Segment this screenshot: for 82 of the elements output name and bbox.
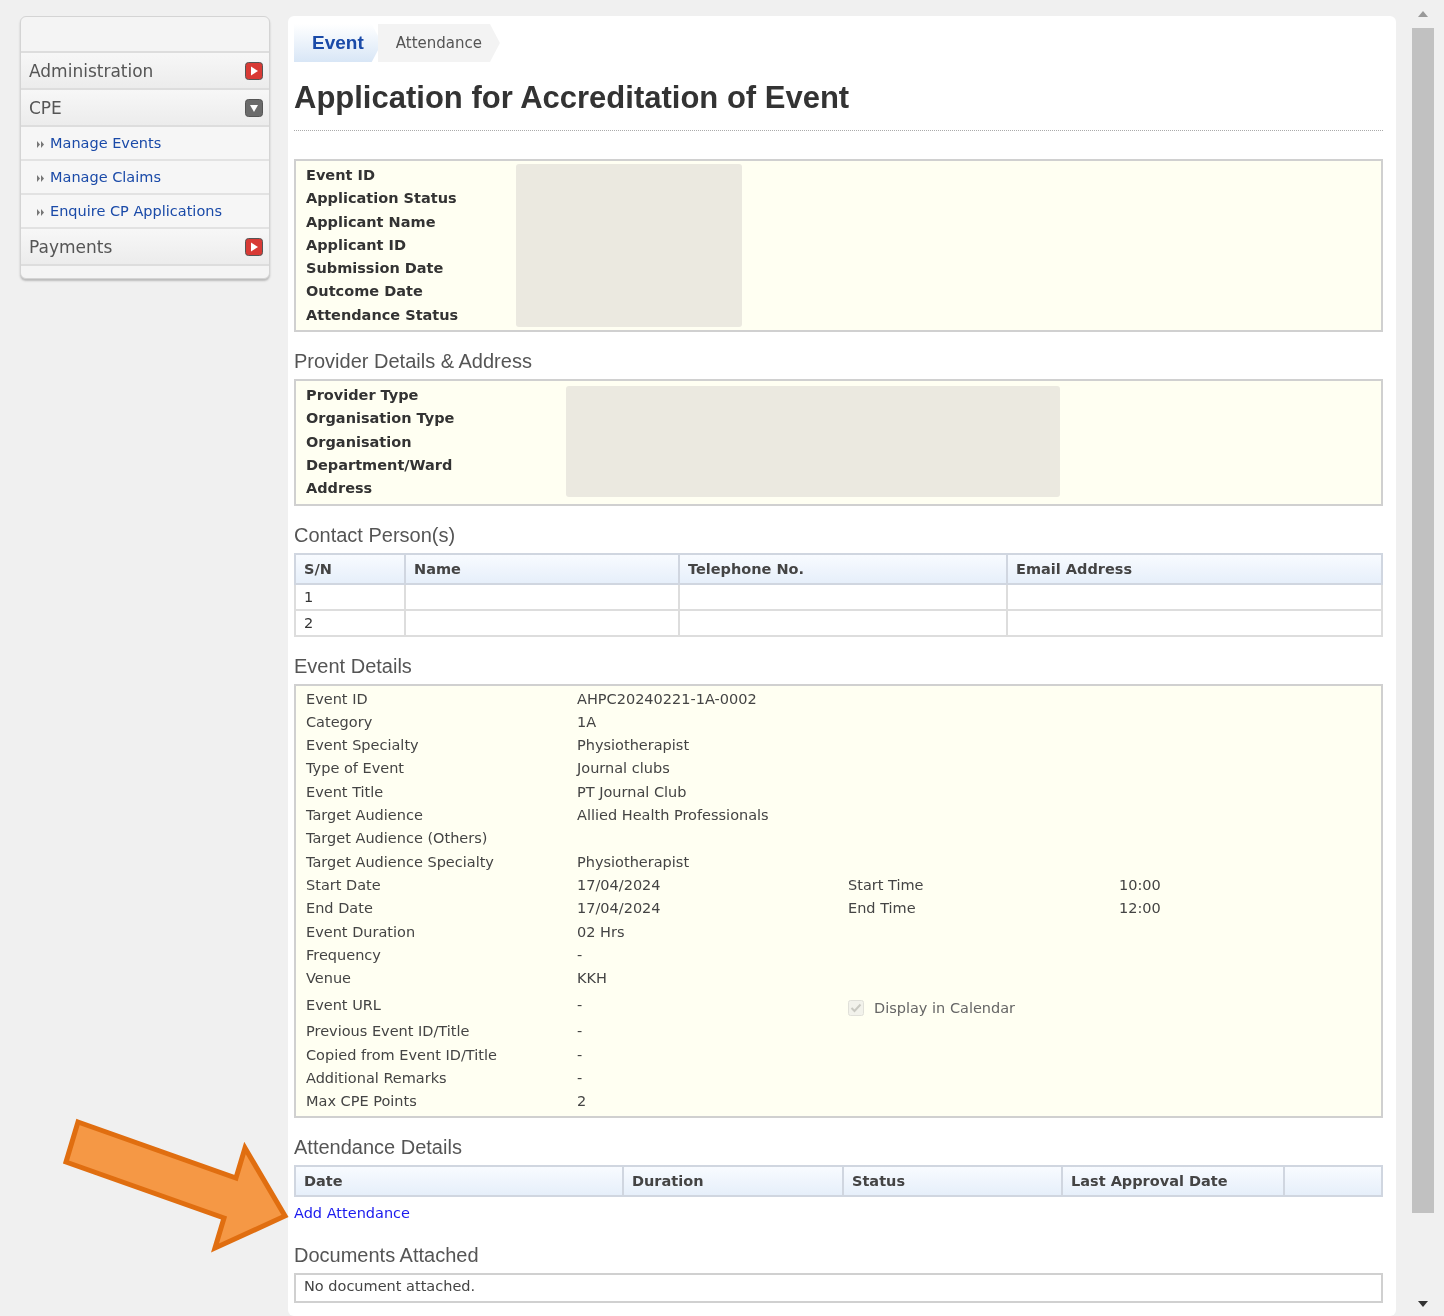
field-value: Physiotherapist [577,853,690,870]
field-label: Additional Remarks [306,1069,448,1088]
bullet-icon [37,141,45,148]
column-header: Date [295,1165,623,1196]
column-header: Name [405,553,679,584]
field-value: KKH [577,970,607,987]
breadcrumb-tab[interactable]: Attendance [377,24,500,62]
field-label: Application Status [306,189,458,209]
field-label: Attendance Status [306,305,460,325]
field-label: Department/Ward [306,455,454,475]
sidebar-section[interactable]: CPE [21,90,269,127]
section-heading: Documents Attached [294,1243,480,1267]
field-label: Category [306,712,374,732]
field-label: Organisation [306,432,413,452]
empty-message: No document attached. [294,1272,1383,1303]
field-label: Event ID [306,166,376,185]
field-value: Journal clubs [577,760,670,777]
field-value: 17/04/2024 [577,876,661,893]
field-label: Organisation Type [306,409,456,429]
add-attendance-link[interactable]: Add Attendance [294,1204,410,1221]
scrollbar-thumb[interactable] [1412,28,1434,1213]
section-heading: Contact Person(s) [294,523,457,547]
field-label: Venue [306,969,352,989]
field-label: Target Audience (Others) [306,829,489,849]
section-heading: Event Details [294,654,413,678]
sidebar-link[interactable]: Enquire CP Applications [21,195,269,229]
field-value: 17/04/2024 [577,900,661,917]
field-label: Address [306,479,374,499]
field-value: - [577,1023,583,1040]
column-header: Telephone No. [679,553,1007,584]
section-heading: Provider Details & Address [294,350,533,374]
column-header: Duration [623,1165,843,1196]
field-label: Previous Event ID/Title [306,1022,471,1042]
field-label: Event URL [306,996,382,1016]
column-header: Email Address [1007,553,1382,584]
field-value: 10:00 [1119,876,1161,893]
field-label: Applicant Name [306,212,437,232]
column-header: S/N [295,553,405,584]
column-header: Status [843,1165,1062,1196]
sidebar-section[interactable]: Payments [21,229,269,266]
field-value: 02 Hrs [577,923,625,940]
field-label: Provider Type [306,386,420,406]
field-value: Physiotherapist [577,737,690,754]
field-label: Max CPE Points [306,1092,418,1112]
field-value: Allied Health Professionals [577,807,769,824]
field-label: Copied from Event ID/Title [306,1045,498,1065]
field-value: 1A [577,713,597,730]
field-label: Target Audience Specialty [306,852,495,872]
table-cell: 2 [295,609,405,636]
field-value: - [577,946,583,963]
scroll-down-icon[interactable] [1417,1300,1429,1308]
field-value: AHPC20240221-1A-0002 [577,690,757,707]
field-label: Submission Date [306,259,445,279]
section-heading: Attendance Details [294,1135,463,1159]
field-label: Event ID [306,689,369,709]
field-value: 12:00 [1119,900,1161,917]
page-title: Application for Accreditation of Event [294,80,1383,131]
field-label: Event Title [306,782,385,802]
field-label: End Date [306,899,374,919]
sidebar-link[interactable]: Manage Claims [21,161,269,195]
field-label: Outcome Date [306,282,424,302]
field-label: Start Time [848,876,924,893]
column-header: Last Approval Date [1062,1165,1284,1196]
field-label: Event Specialty [306,736,420,756]
field-value: - [577,997,583,1014]
checkbox-label: Display in Calendar [874,998,1016,1018]
field-value: 2 [577,1093,587,1110]
bullet-icon [37,175,45,182]
sidebar-link[interactable]: Manage Events [21,127,269,161]
field-label: Target Audience [306,806,424,826]
field-label: End Time [848,900,916,917]
sidebar-section[interactable]: Administration [21,53,269,90]
field-value: - [577,1046,583,1063]
table-cell: 1 [295,583,405,610]
field-value: - [577,1070,583,1086]
field-label: Event Duration [306,922,417,942]
field-value: PT Journal Club [577,783,687,800]
bullet-icon [37,209,45,216]
field-label: Frequency [306,945,382,965]
field-label: Type of Event [306,759,406,779]
field-label: Applicant ID [306,235,408,255]
field-label: Start Date [306,875,382,895]
